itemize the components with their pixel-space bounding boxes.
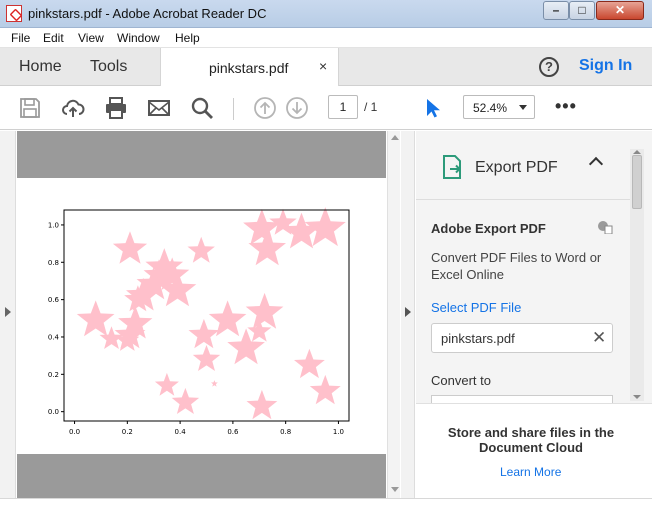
sign-in-link[interactable]: Sign In [579, 57, 632, 75]
page-gutter-bottom [17, 454, 386, 498]
collapse-right-icon [405, 307, 411, 317]
pane-scroll-down-icon[interactable] [633, 395, 641, 399]
clear-file-icon[interactable]: ✕ [592, 328, 606, 348]
document-tab[interactable]: pinkstars.pdf × [160, 48, 339, 86]
star-marker [211, 380, 218, 387]
maximize-button[interactable]: □ [569, 1, 595, 20]
convert-to-label: Convert to [431, 373, 491, 388]
export-pdf-title[interactable]: Export PDF [475, 159, 558, 177]
y-tick-label: 0.6 [48, 296, 60, 304]
x-tick-label: 0.8 [280, 428, 291, 436]
star-marker [154, 372, 179, 396]
search-icon[interactable] [190, 96, 214, 120]
menu-file[interactable]: File [11, 31, 30, 45]
document-area: 0.0 0.2 0.4 0.6 0.8 1.0 0.0 0.2 0.4 0.6 0.8 1.0 [0, 131, 400, 498]
minimize-button[interactable]: – [543, 1, 569, 20]
page-down-icon[interactable] [285, 96, 309, 120]
toolbar: 1 / 1 52.4% ••• [0, 86, 652, 130]
tools-pane: Export PDF Adobe Export PDF Convert PDF … [416, 131, 652, 498]
acrobat-app-icon [6, 5, 22, 22]
tab-tools[interactable]: Tools [90, 58, 127, 76]
document-cloud-promo: Store and share files in the Document Cl… [416, 403, 652, 498]
menu-help[interactable]: Help [175, 31, 200, 45]
y-tick-label: 0.8 [48, 259, 59, 267]
menu-bar: File Edit View Window Help [0, 28, 652, 48]
tab-bar: Home Tools pinkstars.pdf × ? Sign In [0, 48, 652, 86]
pdf-page: 0.0 0.2 0.4 0.6 0.8 1.0 0.0 0.2 0.4 0.6 0.8 1.0 [17, 178, 386, 454]
document-cloud-icon [598, 221, 613, 234]
expand-left-icon [5, 307, 11, 317]
scroll-down-icon[interactable] [391, 487, 399, 492]
upload-cloud-icon[interactable] [61, 96, 85, 120]
y-tick-label: 0.2 [48, 371, 59, 379]
close-window-button[interactable]: ✕ [596, 1, 644, 20]
star-marker [112, 231, 148, 264]
print-icon[interactable] [104, 96, 128, 120]
star-marker [243, 208, 281, 245]
selected-file-name: pinkstars.pdf [441, 331, 515, 346]
menu-view[interactable]: View [78, 31, 104, 45]
page-total: / 1 [364, 100, 378, 114]
star-marker [246, 389, 278, 420]
page-up-icon[interactable] [253, 96, 277, 120]
selected-file-field[interactable]: pinkstars.pdf ✕ [431, 323, 613, 353]
close-tab-icon[interactable]: × [319, 58, 327, 74]
pane-divider [416, 199, 632, 200]
right-pane-toggle[interactable] [401, 131, 415, 498]
pane-scrollbar[interactable] [630, 149, 644, 401]
scroll-up-icon[interactable] [391, 135, 399, 140]
x-tick-label: 1.0 [333, 428, 344, 436]
more-icon[interactable]: ••• [555, 96, 577, 117]
star-marker [188, 318, 220, 349]
window-bottom-border [0, 498, 652, 506]
y-tick-label: 1.0 [48, 221, 59, 229]
save-icon[interactable] [18, 96, 42, 120]
star-marker [187, 236, 215, 263]
pane-scroll-up-icon[interactable] [633, 150, 641, 154]
tab-home[interactable]: Home [19, 58, 62, 76]
pane-scroll-thumb[interactable] [632, 155, 642, 209]
x-tick-label: 0.6 [227, 428, 239, 436]
convert-format-select[interactable] [431, 395, 613, 403]
close-icon: ✕ [614, 3, 626, 17]
chevron-down-icon [519, 105, 527, 110]
y-tick-label: 0.0 [48, 408, 59, 416]
star-marker [309, 374, 341, 405]
menu-window[interactable]: Window [117, 31, 160, 45]
star-marker [304, 207, 346, 247]
page-gutter-top [17, 131, 386, 178]
chevron-up-icon[interactable] [588, 156, 604, 172]
star-marker [76, 300, 115, 337]
adobe-export-heading: Adobe Export PDF [431, 221, 546, 236]
export-pdf-icon [443, 155, 461, 179]
star-marker [171, 387, 200, 414]
window-title: pinkstars.pdf - Adobe Acrobat Reader DC [28, 6, 267, 21]
help-icon[interactable]: ? [539, 57, 559, 77]
title-bar: pinkstars.pdf - Adobe Acrobat Reader DC … [0, 0, 652, 28]
zoom-select[interactable]: 52.4% [463, 95, 535, 119]
star-marker [245, 292, 284, 329]
maximize-icon: □ [578, 3, 586, 17]
learn-more-link[interactable]: Learn More [500, 465, 561, 479]
zoom-value: 52.4% [473, 101, 508, 115]
x-tick-label: 0.4 [175, 428, 187, 436]
star-marker [294, 348, 325, 379]
export-description: Convert PDF Files to Word or Excel Onlin… [431, 250, 602, 282]
email-icon[interactable] [147, 96, 171, 120]
select-pdf-file-link[interactable]: Select PDF File [431, 300, 521, 315]
x-tick-label: 0.0 [69, 428, 80, 436]
y-tick-label: 0.4 [48, 333, 60, 341]
minimize-icon: – [552, 3, 560, 17]
document-scrollbar[interactable] [387, 131, 400, 498]
toolbar-divider [233, 98, 234, 120]
share-promo-text: Store and share files in the Document Cl… [447, 425, 615, 455]
scatter-chart: 0.0 0.2 0.4 0.6 0.8 1.0 0.0 0.2 0.4 0.6 0.8 1.0 [48, 207, 350, 436]
star-marker [192, 345, 221, 371]
left-panel-toggle[interactable] [0, 131, 16, 498]
x-tick-label: 0.2 [122, 428, 133, 436]
document-tab-label: pinkstars.pdf [209, 60, 289, 76]
page-number-input[interactable]: 1 [328, 95, 358, 119]
menu-edit[interactable]: Edit [43, 31, 64, 45]
select-cursor-icon[interactable] [420, 96, 444, 120]
